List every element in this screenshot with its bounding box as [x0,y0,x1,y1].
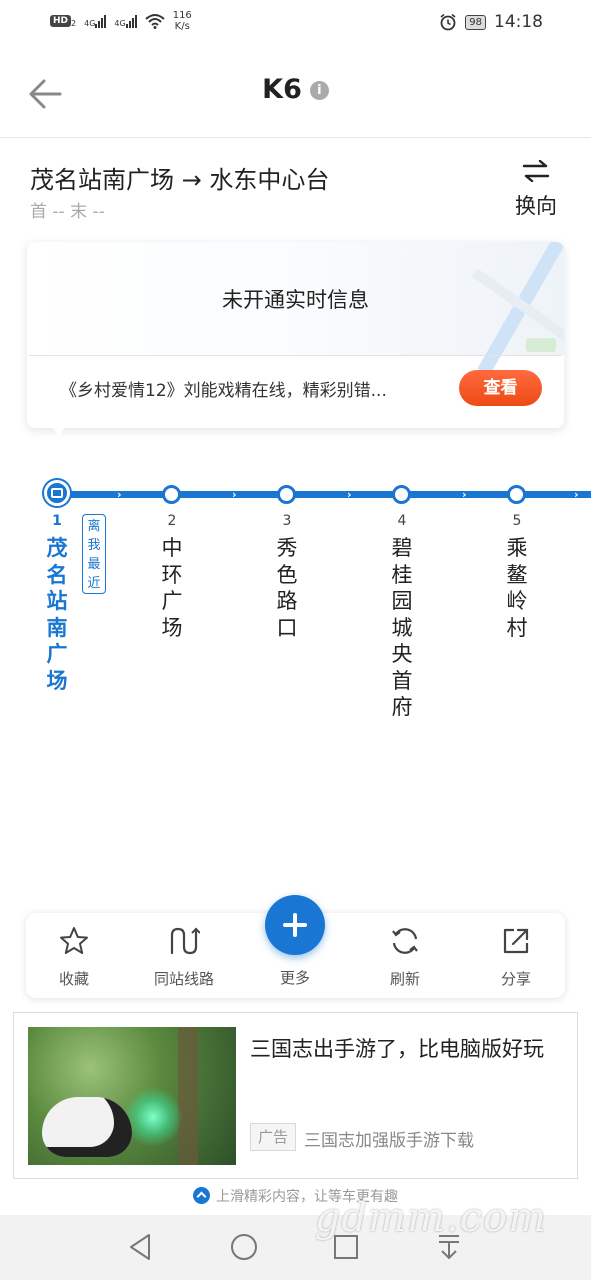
direction-arrow: › [462,488,467,501]
share-label: 分享 [500,970,531,988]
same-station-label: 同站线路 [153,970,214,988]
hd-sub: 2 [71,19,77,29]
hd-icon: HD 2 [50,13,77,29]
status-left: HD 2 4G 4G 116 K/s [50,10,192,32]
clock: 14:18 [494,12,543,32]
nearest-badge: 离我最近 [82,514,106,594]
stop-name: 秀色路口 [276,536,298,640]
favorite-label: 收藏 [58,970,89,988]
watermark: gdmm.com [314,1195,547,1241]
info-icon[interactable]: i [309,81,329,100]
share-button[interactable]: 分享 [471,913,561,998]
stop-name: 中环广场 [161,536,183,640]
direction-arrow: › [117,488,122,501]
title-wrap: K6 i [0,74,591,105]
same-station-lines-button[interactable]: 同站线路 [139,913,229,998]
card-pointer [50,424,68,436]
wifi-icon [145,14,165,29]
direction-arrow: › [232,488,237,501]
ad-image[interactable] [28,1027,236,1165]
swap-label: 换向 [515,194,557,218]
ad-tag: 广告 [250,1123,296,1151]
more-plus-button[interactable] [265,895,325,955]
stop-dot [392,485,411,504]
stop-number: 4 [397,513,407,529]
net-type-2: 4G [114,19,126,28]
direction-arrow: › [347,488,352,501]
nav-home-icon[interactable] [229,1232,259,1262]
stop-name: 茂名站南广场 [46,536,68,693]
speed-unit: K/s [174,21,190,32]
ad-title[interactable]: 三国志出手游了，比电脑版好玩 [250,1035,560,1064]
favorite-button[interactable]: 收藏 [29,913,119,998]
swap-direction-button[interactable]: 换向 [511,159,561,220]
network-speed: 116 K/s [173,10,192,32]
nav-back-icon[interactable] [127,1232,155,1262]
stop-number: 1 [52,513,62,529]
stop-name: 碧桂园城央首府 [391,536,413,719]
direction-arrow: › [574,488,579,501]
star-icon [60,927,88,954]
alarm-icon [440,13,456,31]
stop-number: 5 [512,513,522,529]
app-header: K6 i [0,46,591,138]
stop-dot [277,485,296,504]
stop-dot [162,485,181,504]
signal-icon-1: 4G [84,14,107,28]
refresh-button[interactable]: 刷新 [360,913,450,998]
status-bar: HD 2 4G 4G 116 K/s 98 14:18 [0,0,591,46]
realtime-message: 未开通实时信息 [222,288,369,312]
ad-banner[interactable]: 三国志出手游了，比电脑版好玩 广告 三国志加强版手游下载 [13,1012,578,1179]
card-ad-text[interactable]: 《乡村爱情12》刘能戏精在线，精彩别错... [60,376,387,401]
stop-name: 乘鳌岭村 [506,536,528,640]
ad-description[interactable]: 三国志加强版手游下载 [304,1126,474,1151]
route-icon [170,927,200,955]
stop-dot [507,485,526,504]
share-icon [503,928,529,954]
status-right: 98 14:18 [439,12,543,32]
view-button[interactable]: 查看 [459,370,542,406]
route-first-last: 首 -- 末 -- [30,202,105,222]
realtime-info-card: 未开通实时信息 《乡村爱情12》刘能戏精在线，精彩别错... 查看 [27,242,564,428]
page-title: K6 [262,74,302,105]
card-divider [29,355,562,356]
current-stop-bus-icon [44,480,70,506]
more-label: 更多 [279,969,310,987]
route-name: 茂名站南广场 → 水东中心台 [30,166,330,194]
chevron-up-icon [193,1187,210,1204]
refresh-label: 刷新 [389,970,420,988]
swap-icon [522,159,550,183]
refresh-icon [392,928,418,954]
stop-number: 2 [167,513,177,529]
speed-value: 116 [172,10,192,21]
signal-icon-2: 4G [114,14,137,28]
net-type-1: 4G [84,19,96,28]
stop-number: 3 [282,513,292,529]
battery-icon: 98 [465,14,486,30]
